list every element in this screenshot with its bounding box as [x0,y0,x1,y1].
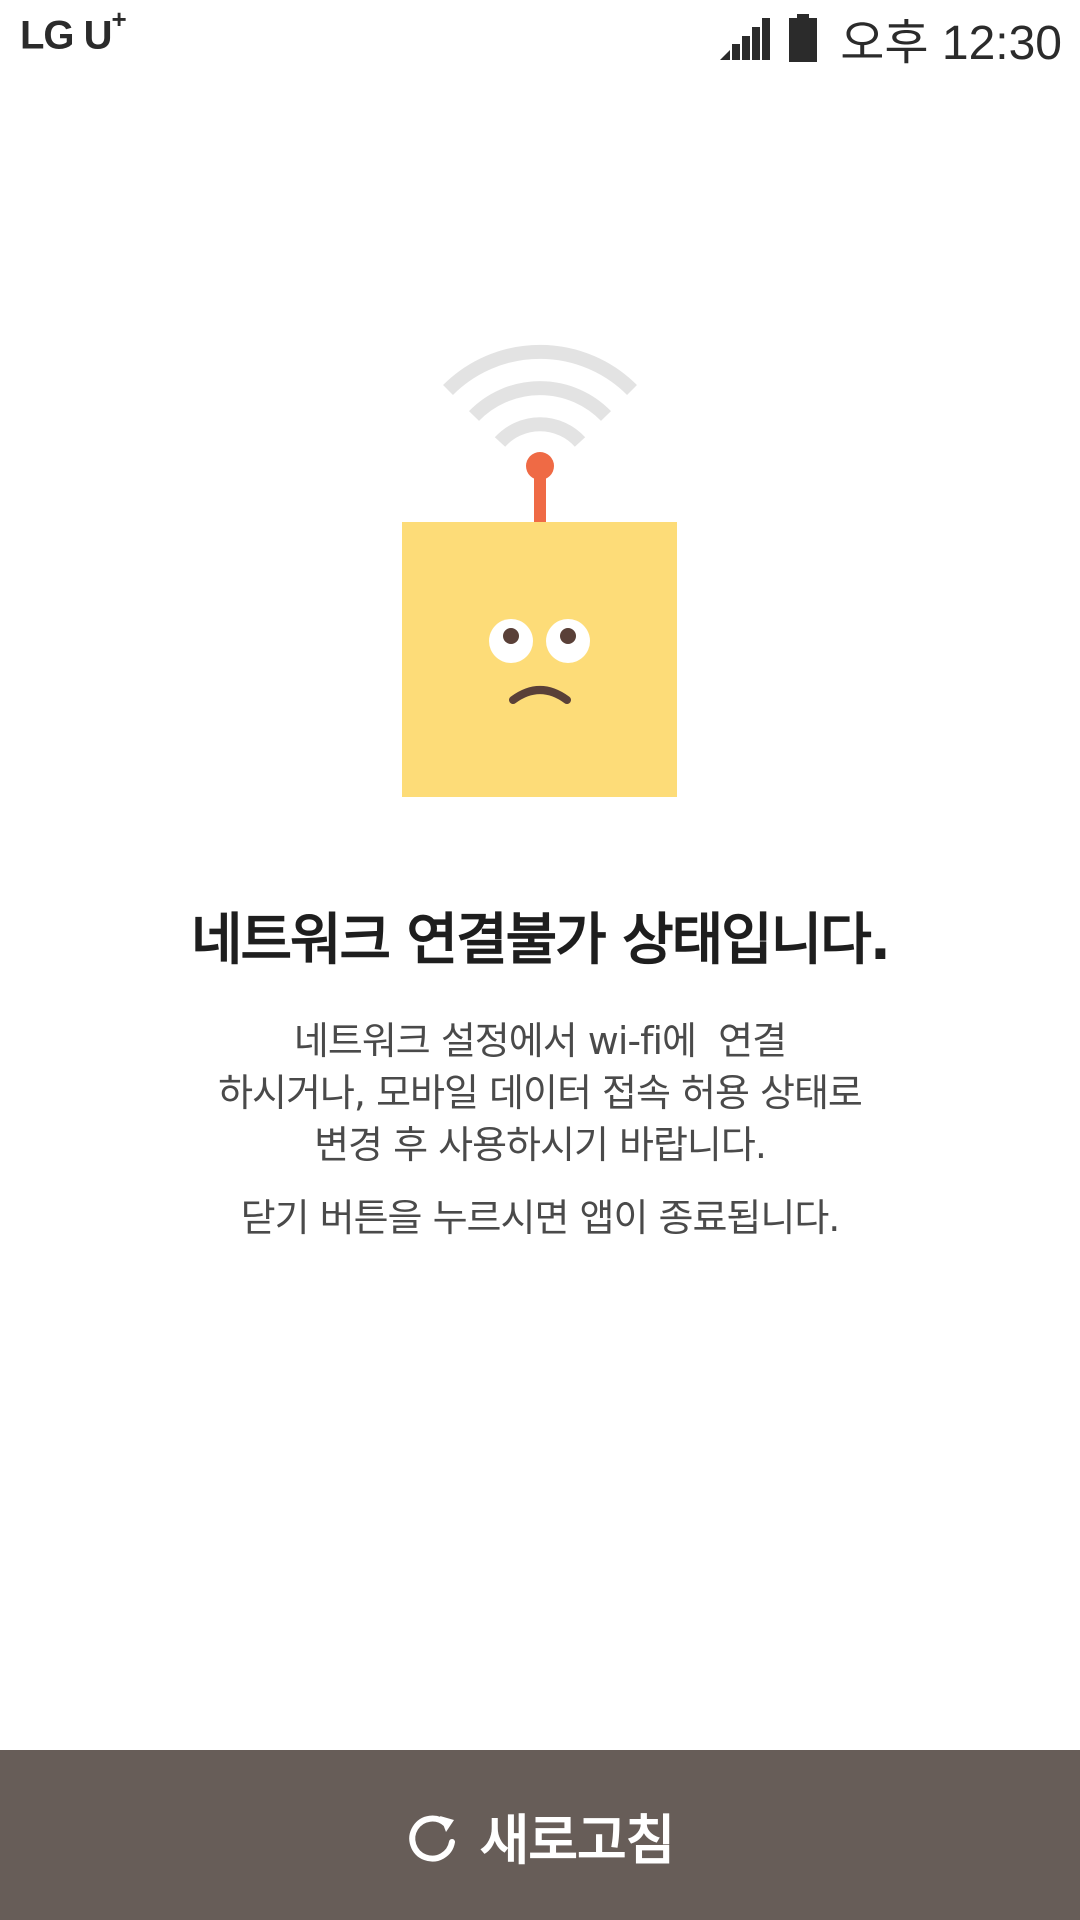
refresh-button[interactable]: 새로고침 [0,1750,1080,1920]
refresh-label: 새로고침 [479,1808,676,1872]
status-clock: 오후 12:30 [840,17,1062,70]
refresh-icon [408,1815,455,1862]
carrier-logo: LG U+ [20,4,127,58]
wifi-arc-inner [494,417,586,447]
right-pupil [560,628,576,644]
wifi-arc-middle [468,381,612,421]
error-description: 네트워크 설정에서 wi-fi에 연결 하시거나, 모바일 데이터 접속 허용 … [0,1015,1080,1171]
router-box [402,522,677,797]
sad-router-icon [402,344,677,797]
close-notice: 닫기 버튼을 누르시면 앱이 종료됩니다. [240,1196,841,1240]
antenna-tip [526,452,554,480]
description-line: 네트워크 설정에서 wi-fi에 연결 [293,1019,787,1063]
status-bar: LG U+ 오후 12:30 [0,0,1080,76]
error-title: 네트워크 연결불가 상태입니다. [190,908,891,973]
description-line: 하시거나, 모바일 데이터 접속 허용 상태로 [218,1071,863,1115]
status-indicators: 오후 12:30 [718,8,1062,70]
left-pupil [503,628,519,644]
battery-icon [789,14,818,62]
cellular-signal-icon [720,18,771,60]
description-line: 변경 후 사용하시기 바랍니다. [314,1123,767,1167]
